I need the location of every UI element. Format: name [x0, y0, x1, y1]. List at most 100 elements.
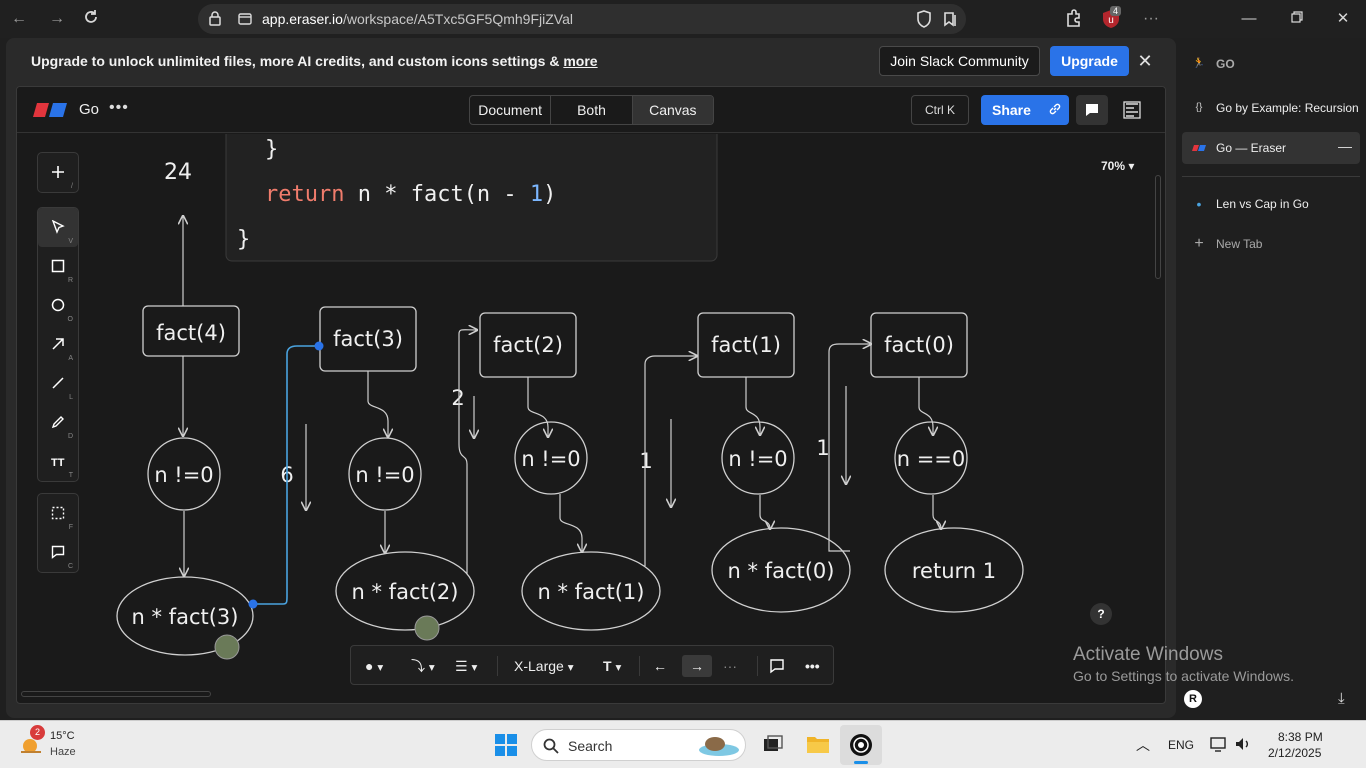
- tab-go[interactable]: 🏃 GO: [1182, 48, 1360, 80]
- plus-icon: +: [1194, 235, 1204, 252]
- document-menu-icon[interactable]: •••: [109, 99, 129, 117]
- file-explorer-icon[interactable]: [806, 733, 830, 755]
- forward-icon[interactable]: →: [46, 8, 68, 30]
- tab-go-by-example[interactable]: {} Go by Example: Recursion: [1182, 92, 1360, 124]
- canvas[interactable]: } return n * fact(n - 1) } 24 fact(4) fa…: [17, 134, 1165, 704]
- fill-color-picker[interactable]: ● ▾: [365, 655, 383, 677]
- address-bar[interactable]: app.eraser.io/workspace/A5Txc5GF5Qmh9Fji…: [198, 4, 966, 34]
- active-app-button[interactable]: [840, 725, 882, 765]
- line-tool[interactable]: L: [38, 364, 78, 403]
- comment-icon[interactable]: [769, 655, 785, 677]
- return-label: n * fact(2): [352, 580, 459, 604]
- more-link[interactable]: more: [563, 53, 597, 69]
- close-window-icon[interactable]: ✕: [1332, 8, 1354, 30]
- view-canvas-tab[interactable]: Canvas: [632, 96, 713, 124]
- condition-label: n ==0: [897, 447, 966, 471]
- arrow-icon: [52, 338, 64, 350]
- view-document-tab[interactable]: Document: [470, 96, 552, 124]
- eraser-logo-icon[interactable]: [33, 103, 67, 117]
- pen-tool[interactable]: D: [38, 403, 78, 442]
- extensions-icon[interactable]: [1062, 8, 1084, 30]
- minimize-icon[interactable]: —: [1238, 8, 1260, 30]
- horizontal-scrollbar[interactable]: [21, 691, 211, 697]
- volume-icon[interactable]: [1234, 735, 1252, 753]
- clock-time[interactable]: 8:38 PM: [1278, 730, 1323, 744]
- close-tab-icon[interactable]: —: [1338, 138, 1352, 154]
- eraser-icon: [1192, 145, 1206, 151]
- network-icon[interactable]: [1209, 735, 1227, 753]
- new-tab-button[interactable]: + New Tab: [1182, 228, 1360, 260]
- weather-widget[interactable]: 2 15°C Haze: [16, 725, 116, 763]
- reading-list-icon[interactable]: [942, 11, 958, 27]
- watermark-subtitle: Go to Settings to activate Windows.: [1073, 668, 1294, 684]
- task-view-icon[interactable]: [762, 733, 784, 755]
- font-size-select[interactable]: X-Large ▾: [514, 655, 574, 677]
- taskbar: 2 15°C Haze Search ︿ ENG 8:38 PM 2/12/20…: [0, 720, 1366, 768]
- tab-label: Len vs Cap in Go: [1216, 197, 1309, 211]
- close-banner-icon[interactable]: ✕: [1134, 50, 1156, 72]
- zoom-level[interactable]: 70% ▾: [1101, 159, 1134, 173]
- more-options-icon[interactable]: •••: [805, 655, 820, 677]
- eraser-header: Go ••• Document Both Canvas Ctrl K Share: [17, 87, 1165, 133]
- clock-date[interactable]: 2/12/2025: [1268, 746, 1321, 760]
- ellipse-tool[interactable]: O: [38, 286, 78, 325]
- tool-key: A: [68, 355, 73, 362]
- start-icon[interactable]: [494, 733, 518, 757]
- document-title[interactable]: Go: [79, 101, 99, 118]
- url-text[interactable]: app.eraser.io/workspace/A5Txc5GF5Qmh9Fji…: [262, 11, 573, 27]
- arrow-tool[interactable]: A: [38, 325, 78, 364]
- arrow-right-icon[interactable]: →: [682, 655, 712, 677]
- taskbar-search[interactable]: Search: [531, 729, 746, 761]
- select-tool[interactable]: V: [38, 208, 78, 247]
- tool-key: F: [68, 524, 73, 531]
- arrow-left-icon[interactable]: ←: [653, 655, 667, 677]
- svg-text:u: u: [1108, 15, 1114, 26]
- connector-type-icon[interactable]: ⤵ ▾: [411, 655, 435, 677]
- restore-icon[interactable]: [1286, 8, 1308, 30]
- comments-button[interactable]: [1076, 95, 1108, 125]
- connector-handle[interactable]: [248, 599, 258, 609]
- dashed-line-icon[interactable]: ···: [723, 655, 737, 677]
- frame-tool[interactable]: F: [38, 494, 78, 533]
- back-icon[interactable]: ←: [8, 8, 30, 30]
- upgrade-button[interactable]: Upgrade: [1050, 46, 1129, 76]
- comment-tool[interactable]: C: [38, 533, 78, 572]
- outline-icon[interactable]: [1119, 95, 1145, 125]
- share-button[interactable]: Share: [981, 95, 1069, 125]
- download-icon[interactable]: ⤓: [1338, 690, 1345, 707]
- tool-key: V: [68, 238, 73, 245]
- code-line-brace-outer: }: [237, 227, 250, 252]
- tab-len-vs-cap[interactable]: • Len vs Cap in Go: [1182, 188, 1360, 220]
- text-style-select[interactable]: T ▾: [603, 655, 621, 677]
- pen-icon: [51, 416, 64, 429]
- avatar[interactable]: [214, 634, 240, 660]
- avatar[interactable]: [414, 615, 440, 641]
- refresh-icon[interactable]: [80, 8, 102, 30]
- stroke-width-icon[interactable]: ☰ ▾: [455, 655, 477, 677]
- lock-icon[interactable]: [208, 10, 222, 26]
- view-both-tab[interactable]: Both: [551, 96, 633, 124]
- profile-icon[interactable]: R: [1184, 690, 1202, 708]
- chevron-up-icon[interactable]: ︿: [1136, 735, 1150, 755]
- search-icon: [543, 738, 559, 754]
- vertical-scrollbar[interactable]: [1155, 175, 1161, 279]
- join-slack-button[interactable]: Join Slack Community: [879, 46, 1040, 76]
- browser-toolbar: ← → app.eraser.io/workspace/A5Txc5GF5Qmh…: [0, 0, 1366, 38]
- rectangle-tool[interactable]: R: [38, 247, 78, 286]
- add-tool[interactable]: /: [38, 153, 78, 192]
- text-tool[interactable]: TT T: [38, 442, 78, 481]
- help-icon[interactable]: ?: [1090, 603, 1112, 625]
- site-settings-icon[interactable]: [238, 12, 252, 26]
- tab-go-eraser[interactable]: Go — Eraser —: [1182, 132, 1360, 164]
- language-indicator[interactable]: ENG: [1168, 738, 1194, 752]
- weather-badge: 2: [30, 725, 45, 740]
- upgrade-banner: Upgrade to unlock unlimited files, more …: [6, 38, 1176, 84]
- tracking-shield-icon[interactable]: [916, 10, 932, 28]
- flow-arrow: [745, 377, 760, 435]
- connector-handle[interactable]: [314, 341, 324, 351]
- return-label: n * fact(1): [538, 580, 645, 604]
- command-palette-button[interactable]: Ctrl K: [911, 95, 969, 125]
- menu-dots-icon[interactable]: ···: [1140, 8, 1162, 30]
- frame-icon: [51, 506, 65, 520]
- circle-icon: [51, 298, 65, 312]
